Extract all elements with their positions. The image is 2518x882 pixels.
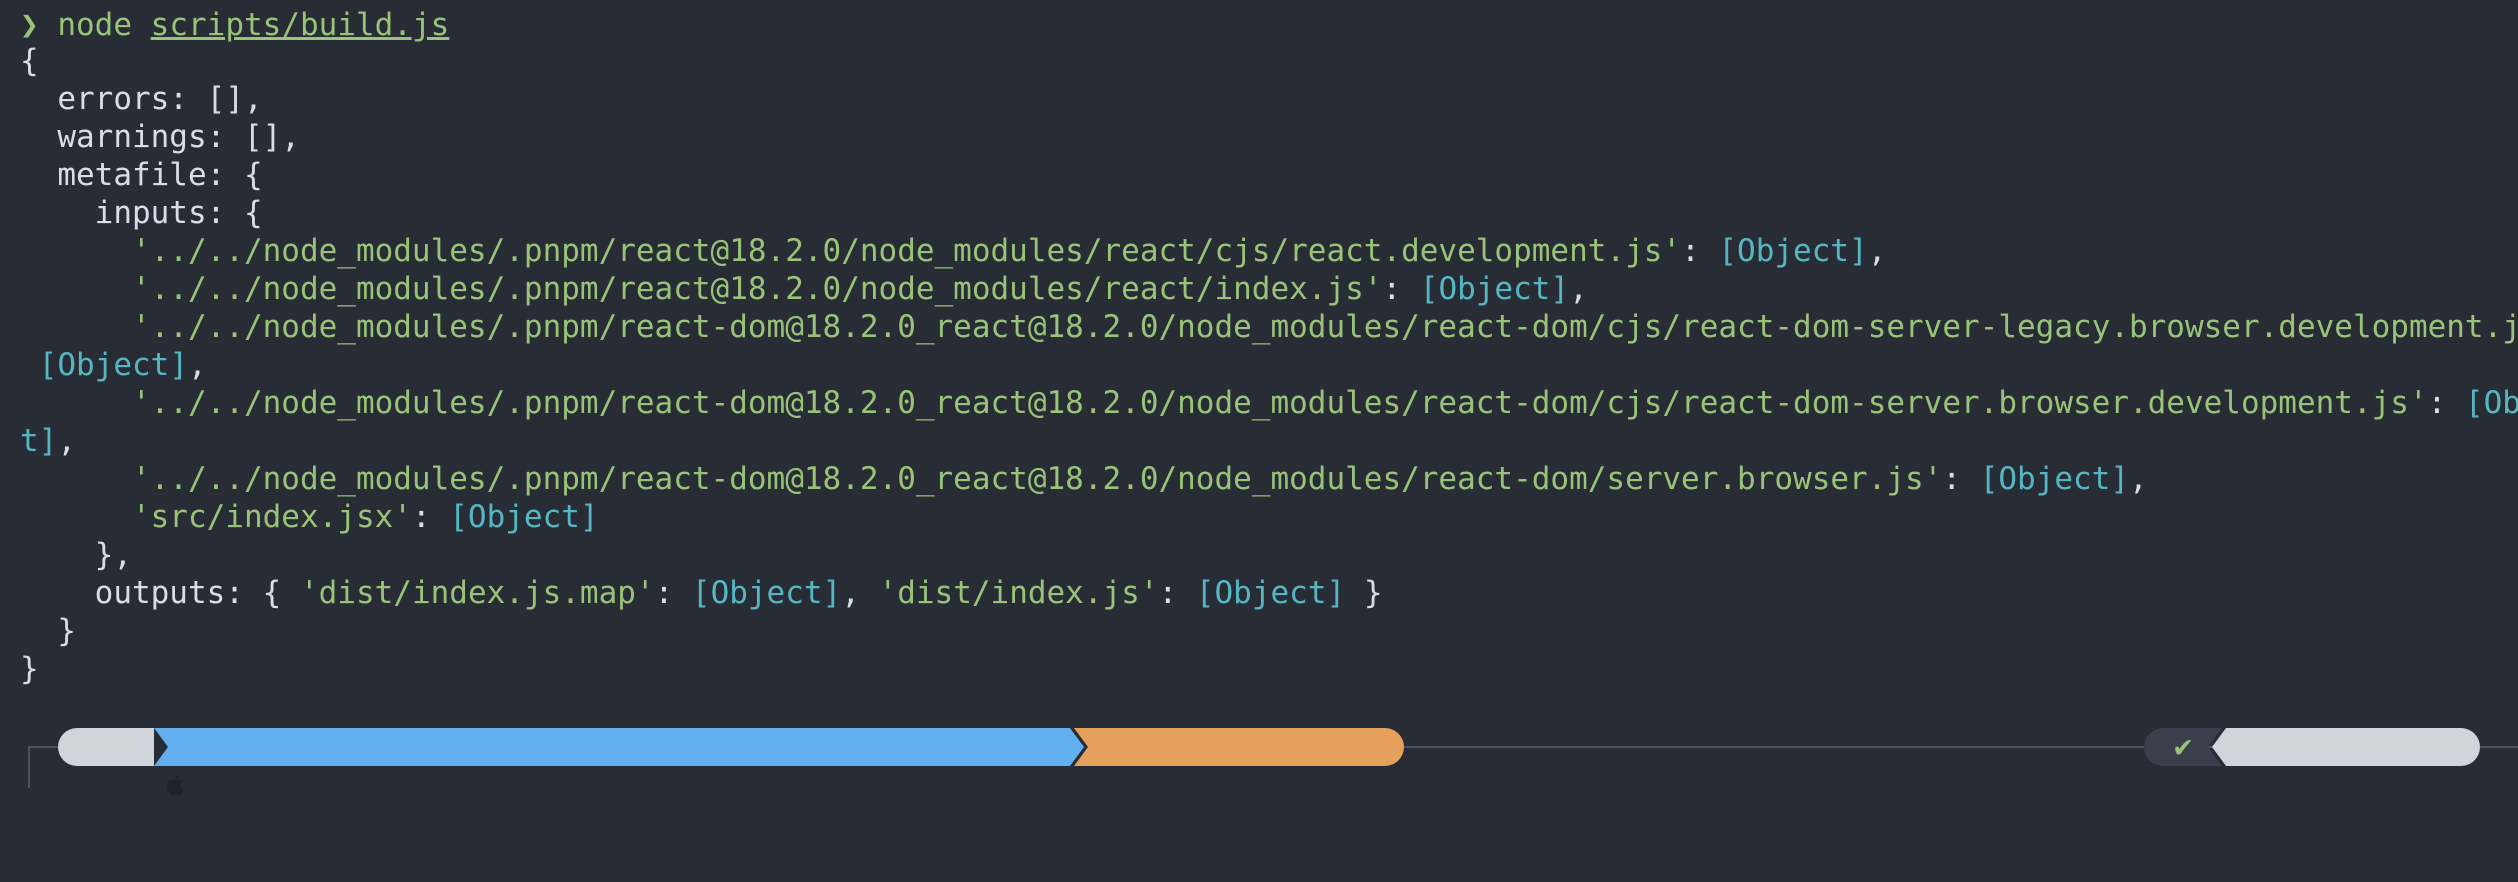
output-close-brace: } — [20, 651, 39, 687]
prompt-line: ❯ node scripts/build.js — [20, 6, 449, 44]
input-sep: : — [1382, 271, 1420, 307]
input-path: 'src/index.jsx' — [20, 499, 412, 535]
success-check-icon: ✔ — [2173, 729, 2193, 764]
outputs-value: [Object] — [691, 575, 842, 611]
input-value: t] — [20, 423, 58, 459]
outputs-key: 'dist/index.js' — [878, 575, 1159, 611]
input-entry: '../../node_modules/.pnpm/react@18.2.0/n… — [20, 232, 1886, 270]
prompt-status-bar: ~/code/projects/vite-learning/demos/esbu… — [0, 724, 2518, 778]
os-segment — [58, 728, 184, 796]
git-label: git — [1212, 775, 1249, 799]
output-open-brace: { — [20, 43, 39, 79]
input-path: '../../node_modules/.pnpm/react-dom@18.2… — [20, 309, 2518, 345]
input-sep: : — [1681, 233, 1719, 269]
input-sep: : — [411, 499, 450, 535]
git-branch: main !2 ?1 — [1212, 807, 1393, 842]
input-value: [Object] — [1979, 461, 2129, 497]
current-path: ~/code/projects/vite-learning/demos/esbu… — [272, 805, 1140, 840]
input-entry: '../../node_modules/.pnpm/react@18.2.0/n… — [20, 270, 1588, 308]
input-sep: : — [2427, 385, 2465, 421]
output-inputs: inputs: { — [20, 195, 263, 231]
clock-icon — [2364, 813, 2386, 835]
input-tail: , — [57, 423, 76, 459]
input-entry: '../../node_modules/.pnpm/react-dom@18.2… — [20, 384, 2518, 422]
output-errors: errors: [], — [20, 81, 263, 117]
git-segment: git main !2 ?1 — [1074, 728, 1404, 766]
input-entry: 'src/index.jsx': [Object] — [20, 498, 599, 536]
input-path: '../../node_modules/.pnpm/react-dom@18.2… — [20, 385, 2428, 421]
input-value: [Object] — [1419, 271, 1570, 307]
input-entry-wrap: t], — [20, 422, 76, 460]
time-segment: 16:57:47 — [2212, 728, 2480, 766]
output-warnings: warnings: [], — [20, 119, 300, 155]
folder-icon — [278, 778, 300, 796]
input-path: '../../node_modules/.pnpm/react-dom@18.2… — [20, 461, 1943, 497]
command-name: node — [57, 7, 132, 43]
input-value: [Object] — [38, 347, 188, 383]
output-metafile-close: } — [20, 613, 76, 649]
input-value: [Object] — [449, 499, 599, 535]
prompt-symbol: ❯ — [20, 7, 39, 43]
terminal-window: ❯ node scripts/build.js { errors: [], wa… — [0, 0, 2518, 778]
command-argument[interactable]: scripts/build.js — [151, 7, 450, 43]
output-metafile: metafile: { — [20, 157, 263, 193]
input-value: [Objec — [2464, 385, 2518, 421]
input-value: [Object] — [1718, 233, 1868, 269]
outputs-prefix: outputs: { — [20, 575, 300, 611]
output-outputs: outputs: { 'dist/index.js.map': [Object]… — [20, 574, 1383, 612]
input-tail: , — [1569, 271, 1588, 307]
outputs-suffix: } — [1345, 575, 1383, 611]
outputs-sep: : — [1158, 575, 1196, 611]
outputs-key: 'dist/index.js.map' — [299, 575, 655, 611]
input-tail: , — [187, 347, 207, 383]
input-path: '../../node_modules/.pnpm/react@18.2.0/n… — [20, 271, 1383, 307]
input-tail: , — [1867, 233, 1887, 269]
input-entry-wrap: [Object], — [20, 346, 207, 384]
outputs-mid: , — [841, 575, 879, 611]
input-tail: , — [2129, 461, 2148, 497]
input-entry: '../../node_modules/.pnpm/react-dom@18.2… — [20, 308, 2518, 346]
input-entry: '../../node_modules/.pnpm/react-dom@18.2… — [20, 460, 2148, 498]
input-sep — [20, 347, 39, 383]
branch-icon — [1259, 772, 1277, 798]
input-sep: : — [1942, 461, 1980, 497]
outputs-value: [Object] — [1195, 575, 1346, 611]
clock-time: 16:57:47 — [2358, 767, 2503, 802]
apple-icon — [167, 775, 184, 796]
output-inputs-close: }, — [20, 537, 132, 573]
input-path: '../../node_modules/.pnpm/react@18.2.0/n… — [20, 233, 1682, 269]
outputs-sep: : — [654, 575, 692, 611]
path-segment: ~/code/projects/vite-learning/demos/esbu… — [154, 728, 1084, 766]
